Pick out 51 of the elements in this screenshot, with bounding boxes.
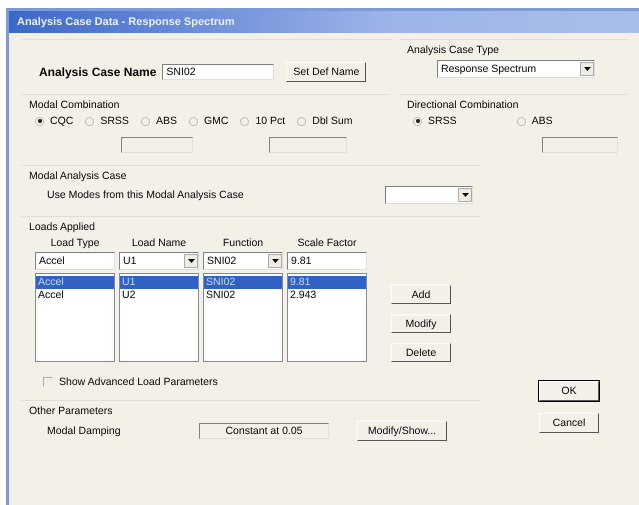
radio-option[interactable]: Dbl Sum [297, 115, 352, 127]
advanced-checkbox[interactable]: Show Advanced Load Parameters [29, 376, 473, 388]
radio-option[interactable]: ABS [140, 115, 177, 127]
radio-option[interactable]: SRSS [85, 115, 129, 127]
modal-case-prompt: Use Modes from this Modal Analysis Case [47, 189, 244, 201]
dropdown-arrow-icon [188, 259, 194, 263]
entry-field[interactable]: Accel [35, 252, 115, 270]
input-field [121, 137, 193, 153]
list-item[interactable]: SNI02 [204, 289, 282, 302]
radio-option[interactable]: SRSS [413, 115, 457, 127]
case-type-label: Analysis Case Type [407, 44, 500, 56]
radio-option[interactable]: GMC [188, 115, 228, 127]
window-title: Analysis Case Data - Response Spectrum [9, 11, 639, 33]
list-item[interactable]: Accel [36, 289, 114, 302]
list-item[interactable]: U1 [120, 276, 198, 289]
dropdown-arrow-icon [272, 259, 278, 263]
radio-option[interactable]: 10 Pct [240, 115, 286, 127]
dialog-button[interactable]: OK [539, 381, 599, 401]
group-label: Loads Applied [29, 221, 96, 233]
radio-option[interactable]: ABS [516, 115, 553, 127]
entry-dropdown[interactable]: SNI02 [203, 252, 283, 270]
group-label: Directional Combination [407, 99, 520, 111]
list-item[interactable]: U2 [120, 289, 198, 302]
damping-value-field: Constant at 0.05 [199, 423, 329, 439]
dialog-button[interactable]: Cancel [539, 413, 599, 433]
action-button[interactable]: Modify [391, 314, 451, 333]
entry-dropdown[interactable]: U1 [119, 252, 199, 270]
column-header: Load Type [50, 237, 100, 249]
radio-option[interactable]: CQC [35, 115, 74, 127]
list-item[interactable]: SNI02 [204, 276, 282, 289]
action-button[interactable]: Delete [391, 343, 451, 362]
case-name-label: Analysis Case Name [39, 65, 156, 79]
group-label: Modal Combination [29, 99, 120, 111]
dropdown-arrow-icon [584, 67, 590, 71]
case-type-dropdown[interactable]: Response Spectrum [437, 60, 595, 78]
column-header: Function [222, 237, 264, 249]
modify-show-button[interactable]: Modify/Show... [357, 421, 447, 441]
entry-field[interactable]: 9.81 [287, 252, 367, 270]
action-button[interactable]: Add [391, 285, 451, 304]
set-def-name-button[interactable]: Set Def Name [286, 62, 366, 82]
modal-case-dropdown[interactable] [385, 186, 473, 204]
group-label: Other Parameters [29, 405, 114, 417]
dropdown-arrow-icon [462, 193, 468, 197]
list-item[interactable]: 9.81 [288, 276, 366, 289]
column-header: Scale Factor [296, 237, 358, 249]
group-label: Modal Analysis Case [29, 170, 128, 182]
modal-damping-label: Modal Damping [47, 425, 122, 437]
column-header: Load Name [130, 237, 188, 249]
case-name-field[interactable]: SNI02 [162, 64, 274, 80]
list-item[interactable]: 2.943 [288, 289, 366, 302]
list-item[interactable]: Accel [36, 276, 114, 289]
